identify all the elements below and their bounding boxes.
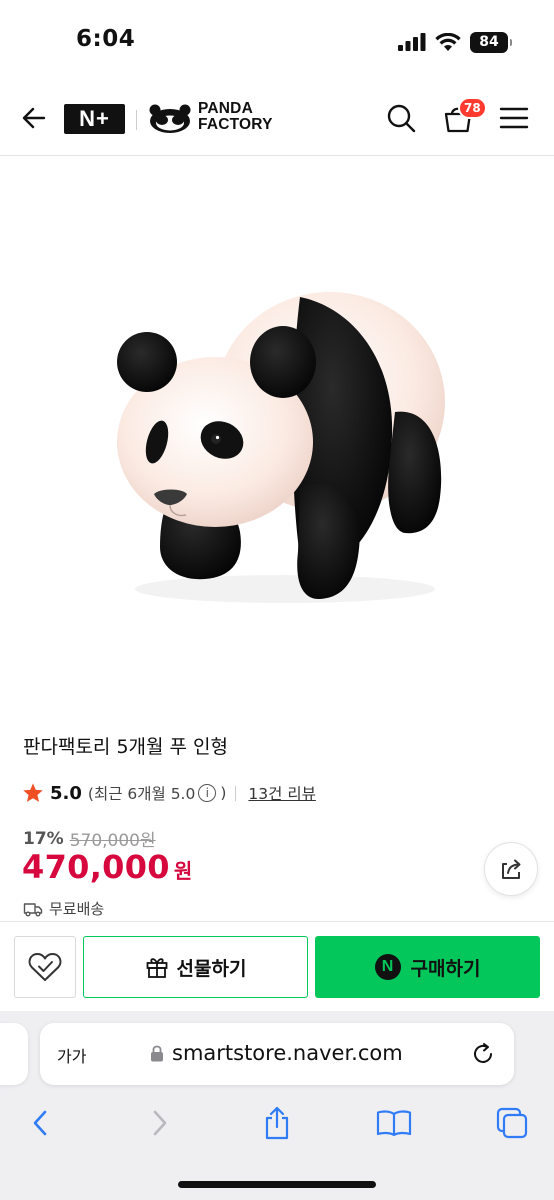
share-icon xyxy=(265,1106,289,1140)
discount-rate: 17% xyxy=(23,828,64,849)
gift-button[interactable]: 선물하기 xyxy=(83,936,308,998)
brand-name-line2: FACTORY xyxy=(198,116,273,133)
rating-recent: (최근 6개월 5.0 xyxy=(87,785,196,803)
buy-button[interactable]: N 구매하기 xyxy=(315,936,540,998)
chevron-left-icon xyxy=(33,1110,47,1136)
price-unit: 원 xyxy=(173,859,193,883)
sale-price-row: 470,000 원 xyxy=(22,848,192,886)
wishlist-button[interactable] xyxy=(14,936,76,998)
product-title: 판다팩토리 5개월 푸 인형 xyxy=(23,736,229,758)
app-header: N+ PANDA FACTORY 78 xyxy=(0,80,554,156)
share-button[interactable] xyxy=(484,842,538,896)
status-time: 6:04 xyxy=(76,26,136,52)
product-image[interactable] xyxy=(0,157,554,717)
buy-button-label: 구매하기 xyxy=(410,957,481,980)
info-icon[interactable]: i xyxy=(198,784,217,802)
brand-name-line1: PANDA xyxy=(198,100,253,117)
status-icons: 84 xyxy=(398,30,512,54)
rating-divider xyxy=(235,785,237,801)
url-text: smartstore.naver.com xyxy=(172,1041,403,1065)
wifi-icon xyxy=(435,32,461,51)
lock-icon xyxy=(151,1045,163,1062)
status-bar: 6:04 84 xyxy=(0,0,554,80)
browser-toolbar xyxy=(0,1101,554,1145)
npay-icon: N xyxy=(374,954,401,980)
tabs-button[interactable] xyxy=(494,1105,530,1141)
browser-share-button[interactable] xyxy=(259,1105,295,1141)
search-icon[interactable] xyxy=(385,102,417,134)
review-count-link[interactable]: 13건 리뷰 xyxy=(248,782,315,804)
url-display[interactable]: smartstore.naver.com xyxy=(150,1041,403,1065)
cellular-signal-icon xyxy=(398,33,426,51)
sale-price: 470,000 xyxy=(22,848,170,886)
back-arrow-icon[interactable] xyxy=(18,102,50,134)
tabs-icon xyxy=(496,1107,528,1139)
heart-check-icon xyxy=(28,953,62,981)
nplus-logo[interactable]: N+ xyxy=(64,104,125,134)
browser-back-button[interactable] xyxy=(22,1105,58,1141)
text-size-button[interactable]: 가가 xyxy=(57,1043,86,1067)
delivery-truck-icon xyxy=(23,902,43,916)
rating-recent-close: ) xyxy=(220,784,227,802)
shipping-label: 무료배송 xyxy=(49,900,105,918)
logo-divider xyxy=(136,110,137,130)
rating-score: 5.0 xyxy=(50,782,82,804)
address-bar[interactable]: 가가 smartstore.naver.com xyxy=(40,1023,514,1085)
battery-icon: 84 xyxy=(470,31,512,53)
book-icon xyxy=(376,1110,412,1137)
brand-name[interactable]: PANDA FACTORY xyxy=(198,101,273,133)
cart-count-badge: 78 xyxy=(458,97,487,119)
browser-chrome: 가가 smartstore.naver.com xyxy=(0,1011,554,1200)
share-icon xyxy=(502,859,521,879)
reload-icon[interactable] xyxy=(470,1041,496,1067)
browser-forward-button[interactable] xyxy=(142,1105,178,1141)
previous-tab-preview[interactable] xyxy=(0,1023,28,1085)
panda-logo-icon[interactable] xyxy=(148,104,192,134)
shipping-row: 무료배송 xyxy=(23,898,104,919)
home-indicator xyxy=(178,1181,376,1188)
gift-button-label: 선물하기 xyxy=(176,957,247,980)
panda-plush-image xyxy=(117,292,445,603)
chevron-right-icon xyxy=(153,1110,167,1136)
star-icon xyxy=(23,783,43,802)
gift-icon xyxy=(146,958,167,978)
bookmarks-button[interactable] xyxy=(376,1105,412,1141)
menu-icon[interactable] xyxy=(498,104,530,132)
purchase-bar: 선물하기 N 구매하기 xyxy=(0,921,554,1011)
rating-row: 5.0 (최근 6개월 5.0 i ) 13건 리뷰 xyxy=(22,780,316,806)
